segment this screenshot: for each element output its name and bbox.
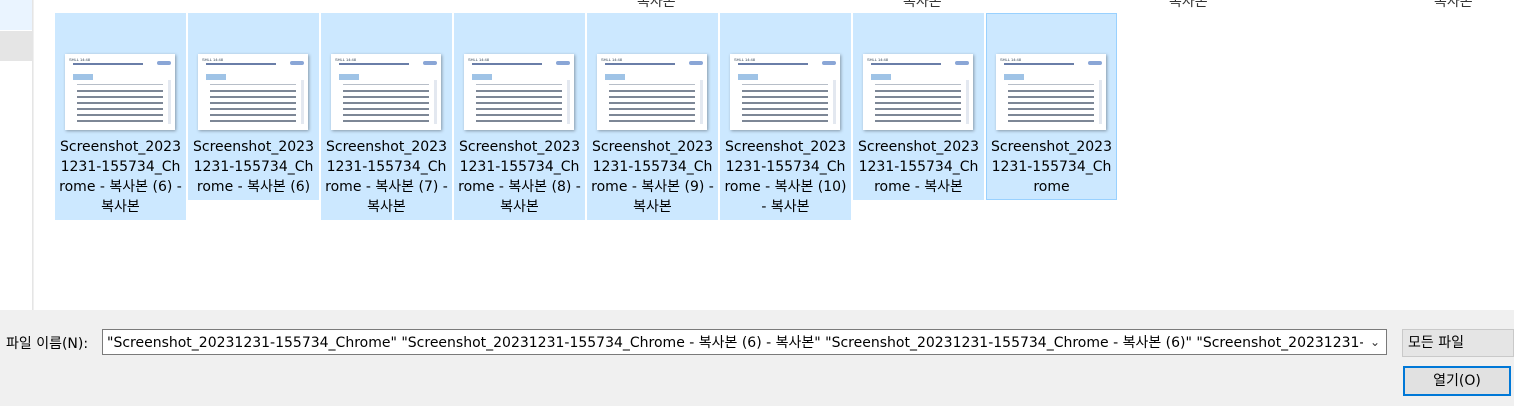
file-name-label[interactable]: Screenshot_20231231-155734_Chrome - 복사본 … xyxy=(56,137,185,217)
partial-file-label[interactable]: 복사본 xyxy=(903,0,942,11)
file-name-label[interactable]: Screenshot_20231231-155734_Chrome - 복사본 … xyxy=(189,137,318,197)
file-thumbnail: SHLL 14:48 xyxy=(863,54,973,130)
file-item[interactable]: SHLL 14:48 Screenshot_20231231-155734_Chr… xyxy=(55,13,186,220)
file-list-view[interactable]: 복사본 복사본 복사본 복사본 SHLL 14:48 Screenshot_202… xyxy=(34,0,1514,310)
nav-pane-item-selected[interactable] xyxy=(0,31,32,61)
file-name-label[interactable]: Screenshot_20231231-155734_Chrome xyxy=(987,137,1116,197)
file-thumbnail: SHLL 14:48 xyxy=(65,54,175,130)
file-name-label[interactable]: Screenshot_20231231-155734_Chrome - 복사본 … xyxy=(322,137,451,217)
partial-file-label[interactable]: 복사본 xyxy=(1169,0,1208,11)
file-name-label[interactable]: Screenshot_20231231-155734_Chrome - 복사본 xyxy=(854,137,983,197)
partial-file-label[interactable]: 복사본 xyxy=(1434,0,1473,11)
filename-combobox[interactable]: ⌄ xyxy=(102,329,1387,355)
dialog-footer: 파일 이름(N): ⌄ 모든 파일 열기(O) xyxy=(0,310,1514,406)
thumbnail-header: SHLL 14:48 xyxy=(867,57,888,62)
thumbnail-header: SHLL 14:48 xyxy=(335,57,356,62)
thumbnail-header: SHLL 14:48 xyxy=(468,57,489,62)
file-thumbnail: SHLL 14:48 xyxy=(597,54,707,130)
partial-file-label[interactable]: 복사본 xyxy=(637,0,676,11)
file-thumbnail: SHLL 14:48 xyxy=(996,54,1106,130)
thumbnail-header: SHLL 14:48 xyxy=(734,57,755,62)
file-item[interactable]: SHLL 14:48 Screenshot_20231231-155734_Chr… xyxy=(454,13,585,220)
open-button[interactable]: 열기(O) xyxy=(1403,366,1511,396)
file-item[interactable]: SHLL 14:48 Screenshot_20231231-155734_Chr… xyxy=(853,13,984,200)
file-name-label[interactable]: Screenshot_20231231-155734_Chrome - 복사본 … xyxy=(455,137,584,217)
nav-pane-item[interactable] xyxy=(0,0,32,30)
thumbnail-header: SHLL 14:48 xyxy=(601,57,622,62)
file-item[interactable]: SHLL 14:48 Screenshot_20231231-155734_Chr… xyxy=(986,13,1117,200)
filename-input[interactable] xyxy=(103,330,1363,354)
thumbnail-header: SHLL 14:48 xyxy=(69,57,90,62)
file-item[interactable]: SHLL 14:48 Screenshot_20231231-155734_Chr… xyxy=(321,13,452,220)
navigation-pane[interactable] xyxy=(0,0,33,310)
file-thumbnail: SHLL 14:48 xyxy=(730,54,840,130)
file-item[interactable]: SHLL 14:48 Screenshot_20231231-155734_Chr… xyxy=(587,13,718,220)
chevron-down-icon[interactable]: ⌄ xyxy=(1364,330,1386,354)
file-item[interactable]: SHLL 14:48 Screenshot_20231231-155734_Chr… xyxy=(188,13,319,200)
file-item[interactable]: SHLL 14:48 Screenshot_20231231-155734_Chr… xyxy=(720,13,851,220)
file-thumbnail: SHLL 14:48 xyxy=(198,54,308,130)
file-type-select[interactable]: 모든 파일 xyxy=(1402,329,1514,357)
thumbnail-header: SHLL 14:48 xyxy=(202,57,223,62)
file-name-label[interactable]: Screenshot_20231231-155734_Chrome - 복사본 … xyxy=(721,137,850,217)
thumbnail-header: SHLL 14:48 xyxy=(1000,57,1021,62)
file-name-label[interactable]: Screenshot_20231231-155734_Chrome - 복사본 … xyxy=(588,137,717,217)
file-thumbnail: SHLL 14:48 xyxy=(331,54,441,130)
file-thumbnail: SHLL 14:48 xyxy=(464,54,574,130)
filename-label: 파일 이름(N): xyxy=(6,336,89,352)
